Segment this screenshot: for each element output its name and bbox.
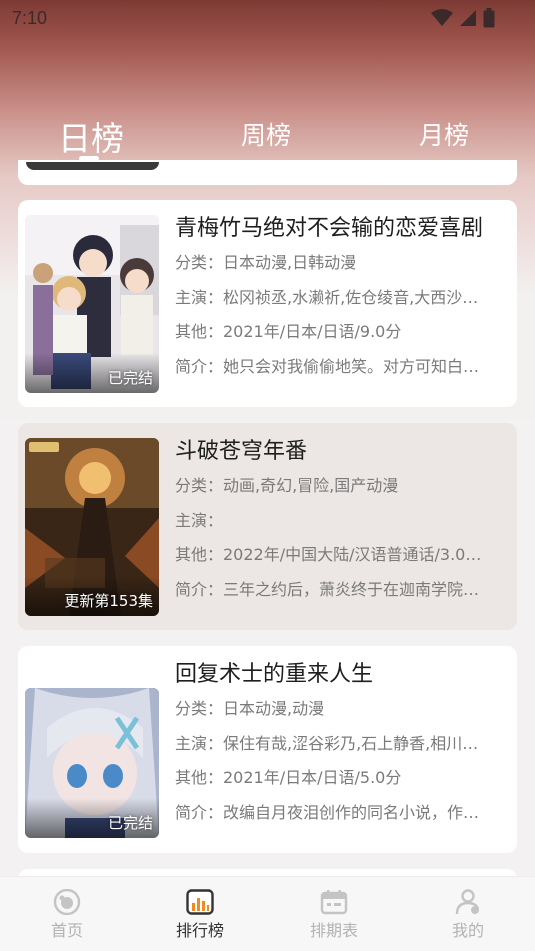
bottom-navigation: 首页 排行榜 排期表 我的 [0, 876, 535, 951]
nav-schedule[interactable]: 排期表 [289, 889, 379, 941]
nav-profile-label: 我的 [451, 921, 484, 940]
battery-icon [483, 8, 495, 28]
item-info: 斗破苍穹年番 分类：动画,奇幻,冒险,国产动漫 主演： 其他：2022年/中国大… [175, 435, 510, 607]
calendar-icon [320, 890, 348, 915]
tab-weekly[interactable]: 周榜 [241, 116, 291, 152]
nav-ranking-label: 排行榜 [175, 921, 224, 940]
item-category: 分类：动画,奇幻,冒险,国产动漫 [175, 476, 399, 495]
nav-schedule-label: 排期表 [309, 921, 358, 940]
ranking-card[interactable]: 已完结 青梅竹马绝对不会输的恋爱喜剧 分类：日本动漫,日韩动漫 主演：松冈祯丞,… [18, 200, 517, 407]
status-badge: 更新第153集 [64, 592, 153, 610]
poster-image[interactable]: 更新第153集 [25, 438, 159, 616]
item-category: 分类：日本动漫,日韩动漫 [175, 253, 357, 272]
item-title: 斗破苍穹年番 [175, 439, 308, 464]
nav-home-label: 首页 [50, 921, 83, 940]
item-other: 其他：2021年/日本/日语/9.0分 [175, 322, 402, 341]
signal-icon [460, 10, 476, 26]
ranking-card-partial[interactable] [18, 160, 517, 185]
nav-home[interactable]: 首页 [22, 889, 112, 941]
poster-image[interactable]: 已完结 [25, 688, 159, 838]
wifi-icon [431, 9, 453, 26]
item-cast: 主演：松冈祯丞,水濑祈,佐仓绫音,大西沙… [175, 287, 479, 307]
tab-monthly[interactable]: 月榜 [419, 116, 469, 152]
item-other: 其他：2022年/中国大陆/汉语普通话/3.0… [175, 545, 482, 564]
ranking-tabs: 日榜 周榜 月榜 [0, 100, 535, 164]
status-icons [431, 8, 495, 28]
item-info: 回复术士的重来人生 分类：日本动漫,动漫 主演：保住有哉,涩谷彩乃,石上静香,相… [175, 658, 510, 830]
item-cast: 主演：保住有哉,涩谷彩乃,石上静香,相川… [175, 733, 479, 753]
item-intro: 简介：三年之约后，萧炎终于在迦南学院… [175, 579, 480, 599]
status-bar: 7:10 [0, 0, 535, 36]
home-icon [53, 889, 81, 915]
item-info: 青梅竹马绝对不会输的恋爱喜剧 分类：日本动漫,日韩动漫 主演：松冈祯丞,水濑祈,… [175, 212, 510, 384]
poster-image[interactable]: 已完结 [25, 215, 159, 393]
item-other: 其他：2021年/日本/日语/5.0分 [175, 768, 402, 787]
nav-ranking[interactable]: 排行榜 [155, 889, 245, 941]
poster-partial [26, 162, 159, 170]
status-badge: 已完结 [107, 814, 153, 832]
item-title: 青梅竹马绝对不会输的恋爱喜剧 [175, 216, 484, 241]
profile-icon [455, 889, 480, 915]
ranking-card[interactable]: 更新第153集 斗破苍穹年番 分类：动画,奇幻,冒险,国产动漫 主演： 其他：2… [18, 423, 517, 630]
status-time: 7:10 [12, 7, 48, 28]
item-intro: 简介：她只会对我偷偷地笑。对方可知白… [175, 356, 480, 376]
item-title: 回复术士的重来人生 [175, 662, 374, 687]
nav-profile[interactable]: 我的 [423, 889, 513, 941]
ranking-icon [186, 889, 214, 915]
item-cast: 主演： [175, 510, 224, 530]
item-category: 分类：日本动漫,动漫 [175, 699, 325, 718]
ranking-card[interactable]: 已完结 回复术士的重来人生 分类：日本动漫,动漫 主演：保住有哉,涩谷彩乃,石上… [18, 646, 517, 853]
item-intro: 简介：改编自月夜泪创作的同名小说，作… [175, 802, 480, 822]
tab-daily[interactable]: 日榜 [58, 112, 124, 160]
status-badge: 已完结 [107, 369, 153, 387]
